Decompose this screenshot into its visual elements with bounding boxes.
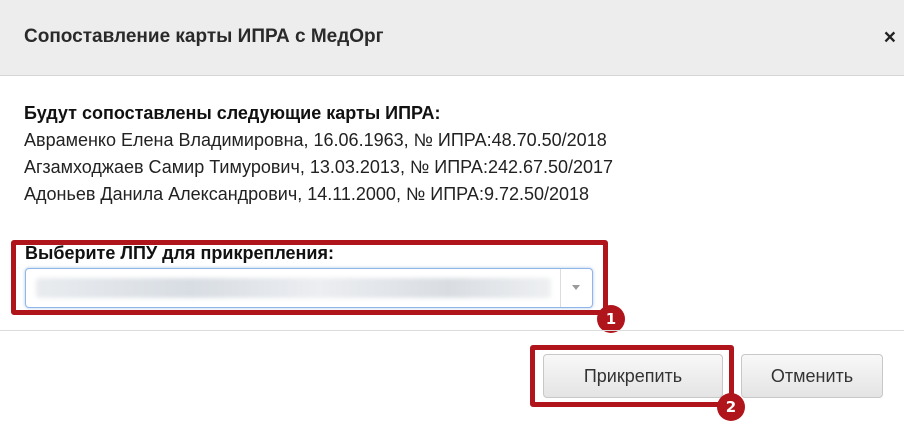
dialog-title: Сопоставление карты ИПРА с МедОрг — [24, 26, 384, 47]
chevron-down-icon — [572, 285, 580, 290]
lpu-select[interactable] — [25, 268, 593, 308]
close-icon[interactable]: × — [884, 27, 896, 48]
lpu-select-value — [36, 278, 551, 298]
card-item: Агзамходжаев Самир Тимурович, 13.03.2013… — [24, 157, 614, 177]
select-arrow-button[interactable] — [560, 269, 592, 307]
step-marker-2: 2 — [717, 393, 745, 421]
lpu-select-label: Выберите ЛПУ для прикрепления: — [25, 243, 334, 263]
step-marker-1: 1 — [597, 305, 625, 333]
card-item: Адоньев Данила Александрович, 14.11.2000… — [24, 184, 590, 204]
attach-button[interactable]: Прикрепить — [543, 354, 723, 398]
cancel-button[interactable]: Отменить — [741, 354, 883, 398]
cards-heading: Будут сопоставлены следующие карты ИПРА: — [24, 103, 441, 123]
card-item: Авраменко Елена Владимировна, 16.06.1963… — [24, 130, 607, 150]
dialog-header: Сопоставление карты ИПРА с МедОрг × — [0, 0, 904, 76]
footer-divider — [0, 330, 904, 331]
